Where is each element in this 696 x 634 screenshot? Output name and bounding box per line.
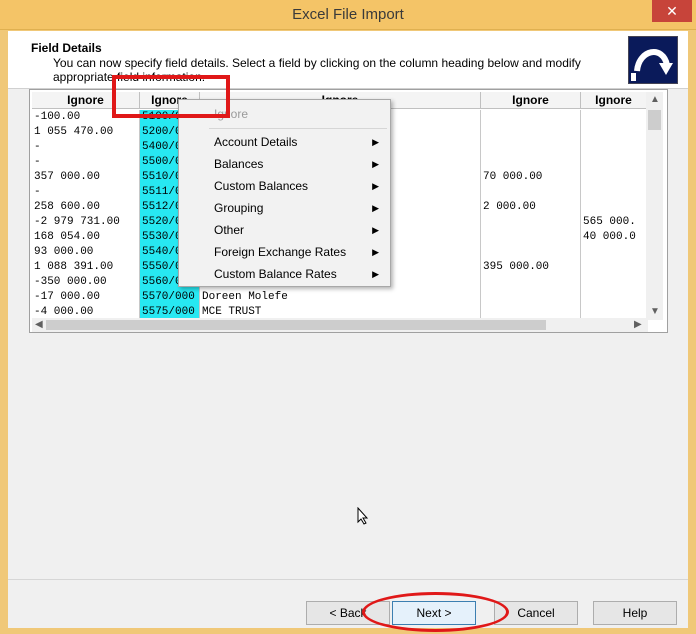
menu-item-grouping[interactable]: Grouping ▶ bbox=[180, 197, 389, 219]
grid-cell[interactable] bbox=[581, 155, 646, 170]
grid-cell[interactable]: Doreen Molefe bbox=[200, 290, 480, 305]
grid-column[interactable]: -100.00 1 055 470.00- -357 000.00-258 600.… bbox=[32, 110, 140, 320]
grid-cell[interactable] bbox=[581, 170, 646, 185]
import-window: Excel File Import ✕ Field Details You ca… bbox=[0, 0, 696, 634]
submenu-arrow-icon: ▶ bbox=[372, 181, 379, 191]
grid-cell[interactable] bbox=[481, 185, 580, 200]
grid-cell[interactable]: 93 000.00 bbox=[32, 245, 139, 260]
horizontal-scrollbar[interactable]: ◀ ▶ bbox=[32, 318, 648, 332]
grid-cell[interactable]: 565 000. bbox=[581, 215, 646, 230]
grid-cell[interactable] bbox=[481, 290, 580, 305]
submenu-arrow-icon: ▶ bbox=[372, 225, 379, 235]
menu-item-account-details[interactable]: Account Details ▶ bbox=[180, 131, 389, 153]
grid-cell[interactable] bbox=[581, 185, 646, 200]
grid-cell[interactable]: -350 000.00 bbox=[32, 275, 139, 290]
grid-cell[interactable]: 1 088 391.00 bbox=[32, 260, 139, 275]
scroll-down-icon[interactable]: ▼ bbox=[650, 306, 660, 317]
page-title: Field Details bbox=[31, 41, 102, 55]
grid-cell[interactable] bbox=[581, 140, 646, 155]
menu-item-foreign-exchange-rates[interactable]: Foreign Exchange Rates ▶ bbox=[180, 241, 389, 263]
menu-item-label: Custom Balances bbox=[214, 179, 309, 193]
submenu-arrow-icon: ▶ bbox=[372, 203, 379, 213]
grid-cell[interactable] bbox=[481, 140, 580, 155]
grid-cell[interactable]: 5570/000 bbox=[140, 290, 199, 305]
grid-cell[interactable] bbox=[481, 155, 580, 170]
vertical-scrollbar[interactable]: ▲ ▼ bbox=[646, 92, 663, 320]
grid-cell[interactable] bbox=[581, 290, 646, 305]
grid-cell[interactable]: 168 054.00 bbox=[32, 230, 139, 245]
grid-cell[interactable]: 258 600.00 bbox=[32, 200, 139, 215]
column-heading[interactable]: Ignore bbox=[481, 92, 581, 109]
menu-item-label: Account Details bbox=[214, 135, 298, 149]
grid-cell[interactable] bbox=[581, 260, 646, 275]
close-button[interactable]: ✕ bbox=[652, 0, 692, 22]
menu-item-custom-balances[interactable]: Custom Balances ▶ bbox=[180, 175, 389, 197]
submenu-arrow-icon: ▶ bbox=[372, 137, 379, 147]
footer-divider bbox=[8, 579, 688, 580]
menu-item-custom-balance-rates[interactable]: Custom Balance Rates ▶ bbox=[180, 263, 389, 285]
grid-cell[interactable] bbox=[581, 245, 646, 260]
submenu-arrow-icon: ▶ bbox=[372, 159, 379, 169]
window-title: Excel File Import bbox=[292, 6, 404, 23]
scroll-up-icon[interactable]: ▲ bbox=[650, 94, 660, 105]
horizontal-scroll-thumb[interactable] bbox=[46, 320, 546, 330]
grid-cell[interactable] bbox=[481, 215, 580, 230]
help-button[interactable]: Help bbox=[593, 601, 677, 625]
grid-cell[interactable]: 357 000.00 bbox=[32, 170, 139, 185]
wizard-arrow-icon bbox=[628, 36, 678, 84]
grid-cell[interactable]: 70 000.00 bbox=[481, 170, 580, 185]
menu-item-label: Grouping bbox=[214, 201, 264, 215]
grid-cell[interactable] bbox=[581, 200, 646, 215]
menu-item-balances[interactable]: Balances ▶ bbox=[180, 153, 389, 175]
field-type-context-menu: Ignore Account Details ▶ Balances ▶ Cust… bbox=[178, 99, 391, 287]
grid-column[interactable]: 565 000. 40 000.0 bbox=[581, 110, 647, 320]
menu-item-label: Foreign Exchange Rates bbox=[214, 245, 347, 259]
grid-cell[interactable] bbox=[481, 110, 580, 125]
grid-cell[interactable]: -2 979 731.00 bbox=[32, 215, 139, 230]
grid-cell[interactable]: 1 055 470.00 bbox=[32, 125, 139, 140]
annotation-highlight-box bbox=[112, 75, 230, 118]
grid-cell[interactable]: - bbox=[32, 140, 139, 155]
scroll-left-icon[interactable]: ◀ bbox=[35, 319, 43, 330]
title-bar[interactable]: Excel File Import ✕ bbox=[0, 0, 696, 30]
grid-cell[interactable] bbox=[581, 275, 646, 290]
menu-item-label: Other bbox=[214, 223, 245, 237]
dialog-client: Field Details You can now specify field … bbox=[8, 31, 688, 628]
menu-item-label: Custom Balance Rates bbox=[214, 267, 337, 281]
grid-cell[interactable]: 40 000.0 bbox=[581, 230, 646, 245]
grid-cell[interactable] bbox=[481, 230, 580, 245]
column-heading[interactable]: Ignore bbox=[581, 92, 647, 109]
grid-cell[interactable] bbox=[581, 110, 646, 125]
grid-cell[interactable]: - bbox=[32, 185, 139, 200]
grid-cell[interactable] bbox=[481, 125, 580, 140]
grid-cell[interactable] bbox=[581, 125, 646, 140]
submenu-arrow-icon: ▶ bbox=[372, 247, 379, 257]
grid-cell[interactable] bbox=[481, 245, 580, 260]
menu-separator bbox=[209, 128, 387, 129]
grid-column[interactable]: 70 000.00 2 000.00 395 000.00 bbox=[481, 110, 581, 320]
mouse-pointer-icon bbox=[357, 506, 369, 528]
vertical-scroll-thumb[interactable] bbox=[648, 110, 661, 130]
header-panel: Field Details You can now specify field … bbox=[8, 31, 688, 89]
grid-cell[interactable]: -17 000.00 bbox=[32, 290, 139, 305]
grid-cell[interactable]: - bbox=[32, 155, 139, 170]
submenu-arrow-icon: ▶ bbox=[372, 269, 379, 279]
menu-item-other[interactable]: Other ▶ bbox=[180, 219, 389, 241]
scroll-right-icon[interactable]: ▶ bbox=[634, 319, 642, 330]
grid-cell[interactable] bbox=[481, 275, 580, 290]
grid-cell[interactable]: 2 000.00 bbox=[481, 200, 580, 215]
annotation-highlight-ellipse bbox=[362, 592, 509, 632]
menu-item-label: Balances bbox=[214, 157, 264, 171]
grid-cell[interactable]: 395 000.00 bbox=[481, 260, 580, 275]
